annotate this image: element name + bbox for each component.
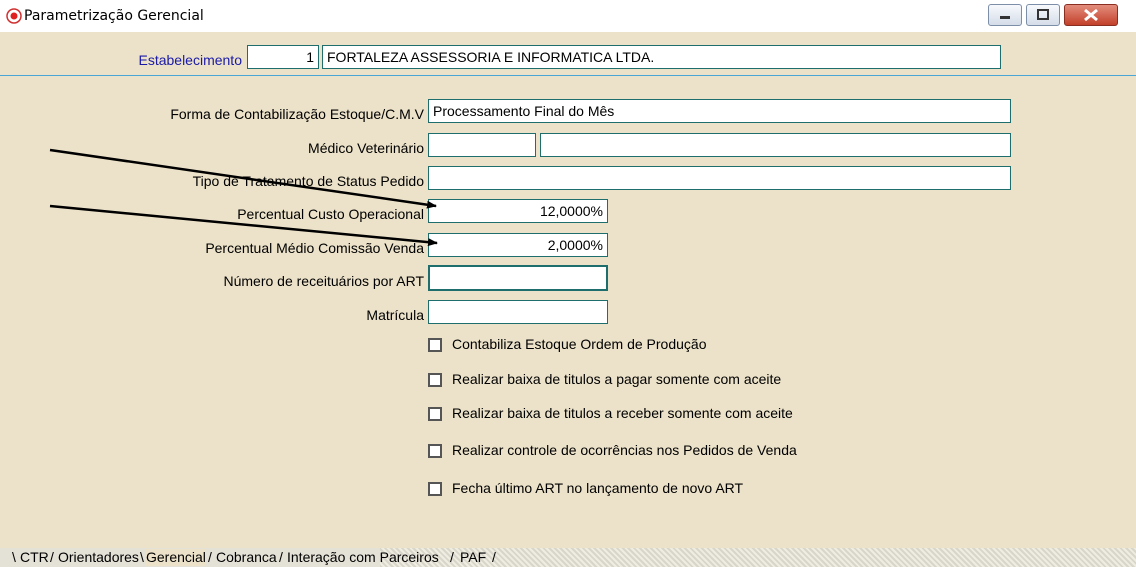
tab-interacao-parceiros[interactable]: Interação com Parceiros: [287, 549, 439, 566]
application-window: Parametrização Gerencial Estabelecimento…: [0, 0, 1136, 567]
tab-divider: /: [450, 549, 454, 565]
tab-divider: /: [492, 549, 496, 565]
tab-divider: /: [208, 549, 212, 565]
tab-divider: \: [140, 549, 144, 565]
tab-divider: \: [12, 549, 16, 565]
tab-paf[interactable]: PAF: [460, 549, 486, 566]
tab-divider: /: [50, 549, 54, 565]
tab-gerencial[interactable]: Gerencial: [146, 549, 206, 566]
arrow-to-percentual-custo: [49, 148, 437, 209]
annotation-arrows: [49, 148, 438, 247]
tab-orientadores[interactable]: Orientadores: [58, 549, 139, 566]
tab-ctr[interactable]: CTR: [20, 549, 49, 566]
tab-strip: \ CTR / Orientadores \ Gerencial / Cobra…: [0, 548, 1136, 567]
tab-cobranca[interactable]: Cobranca: [216, 549, 277, 566]
arrow-to-percentual-comissao: [49, 204, 438, 247]
tab-divider: /: [279, 549, 283, 565]
